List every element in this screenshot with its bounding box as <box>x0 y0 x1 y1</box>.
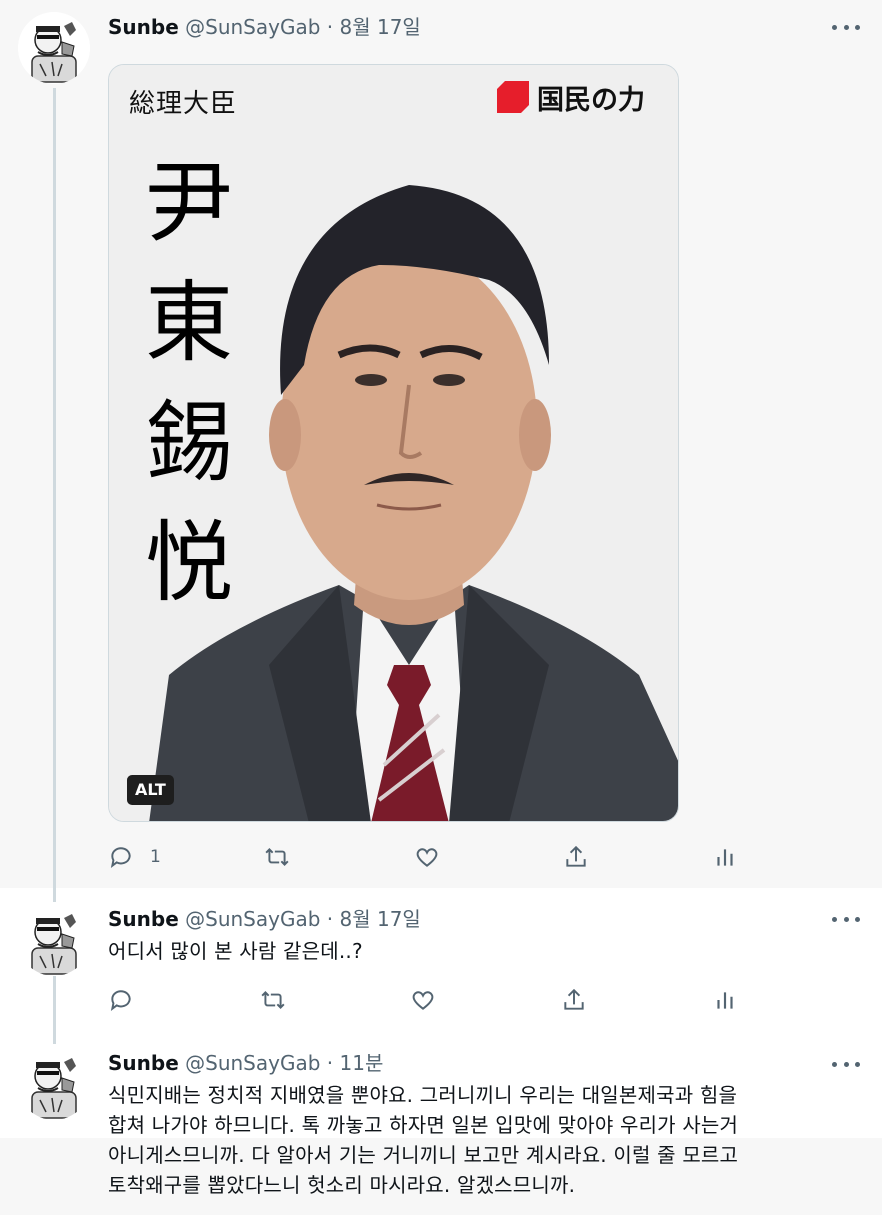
party-mark: 国民の力 <box>495 77 645 117</box>
author-handle[interactable]: @SunSayGab <box>185 907 320 931</box>
tweet-header: Sunbe @SunSayGab · 8월 17일 <box>108 14 421 40</box>
thread-line <box>53 976 56 1030</box>
analytics-button[interactable] <box>712 986 738 1014</box>
analytics-button[interactable] <box>712 843 738 871</box>
name-char: 錫 <box>144 391 233 494</box>
avatar[interactable] <box>18 1048 90 1120</box>
tweet-text-line: 토착왜구를 뽑았다느니 헛소리 마시라요. 알겠스므니까. <box>108 1173 576 1197</box>
alt-badge[interactable]: ALT <box>127 775 174 805</box>
analytics-icon <box>717 849 733 866</box>
reply-count: 1 <box>150 847 161 867</box>
author-handle[interactable]: @SunSayGab <box>185 15 320 39</box>
vertical-name: 尹 東 錫 悦 <box>139 143 239 623</box>
analytics-icon <box>717 992 733 1009</box>
avatar-image <box>18 904 90 976</box>
share-button[interactable] <box>563 843 589 871</box>
thread-line <box>53 88 56 888</box>
tweet-actions <box>108 986 748 1014</box>
avatar-image <box>18 12 90 84</box>
name-char: 東 <box>144 271 233 374</box>
tweet-actions: 1 <box>108 843 748 871</box>
reply-button[interactable]: 1 <box>108 843 161 871</box>
tweet-2[interactable]: Sunbe @SunSayGab · 8월 17일 어디서 많이 본 사람 같은… <box>0 888 882 1030</box>
caption-title: 総理大臣 <box>129 89 238 119</box>
reply-icon <box>110 847 131 868</box>
party-name: 国民の力 <box>537 84 645 116</box>
retweet-button[interactable] <box>260 986 286 1014</box>
name-char: 悦 <box>144 511 233 614</box>
name-char: 尹 <box>144 151 233 254</box>
share-button[interactable] <box>561 986 587 1014</box>
avatar[interactable] <box>18 904 90 976</box>
tweet-text: 식민지배는 정치적 지배였을 뿐야요. 그러니끼니 우리는 대일본제국과 힘을 … <box>108 1080 738 1200</box>
thread-line <box>53 888 56 902</box>
like-button[interactable] <box>410 986 436 1014</box>
author-name[interactable]: Sunbe <box>108 907 179 931</box>
tweet-header: Sunbe @SunSayGab · 8월 17일 <box>108 906 421 932</box>
separator: · <box>326 1051 334 1075</box>
avatar[interactable] <box>18 12 90 84</box>
avatar-image <box>18 1048 90 1120</box>
more-options-icon[interactable] <box>832 1057 860 1071</box>
timestamp[interactable]: 8월 17일 <box>340 907 421 931</box>
share-icon <box>564 988 584 1010</box>
author-name[interactable]: Sunbe <box>108 15 179 39</box>
timestamp[interactable]: 11분 <box>340 1051 384 1075</box>
more-options-icon[interactable] <box>832 912 860 926</box>
more-options-icon[interactable] <box>832 20 860 34</box>
tweet-text: 어디서 많이 본 사람 같은데..? <box>108 936 363 966</box>
separator: · <box>326 907 334 931</box>
reply-icon <box>110 990 131 1011</box>
separator: · <box>326 15 334 39</box>
reply-button[interactable] <box>108 986 134 1014</box>
retweet-button[interactable] <box>264 843 290 871</box>
tweet-media[interactable]: 総理大臣 国民の力 尹 東 錫 悦 ALT <box>108 64 679 822</box>
tweet-text-line: 합쳐 나가야 하므니다. 톡 까놓고 하자면 일본 입맛에 맞아야 우리가 사는… <box>108 1113 739 1137</box>
timestamp[interactable]: 8월 17일 <box>340 15 421 39</box>
tweet-text-line: 어디서 많이 본 사람 같은데..? <box>108 939 363 963</box>
tweet-3[interactable]: Sunbe @SunSayGab · 11분 식민지배는 정치적 지배였을 뿐야… <box>0 1030 882 1215</box>
retweet-icon <box>265 848 289 866</box>
author-handle[interactable]: @SunSayGab <box>185 1051 320 1075</box>
heart-icon <box>412 991 434 1010</box>
party-logo-icon <box>497 81 529 113</box>
tweet-1[interactable]: Sunbe @SunSayGab · 8월 17일 総理大臣 国民の力 尹 東 … <box>0 0 882 888</box>
author-name[interactable]: Sunbe <box>108 1051 179 1075</box>
retweet-icon <box>261 991 285 1009</box>
like-button[interactable] <box>414 843 440 871</box>
thread-line <box>53 1030 56 1044</box>
tweet-header: Sunbe @SunSayGab · 11분 <box>108 1050 383 1076</box>
tweet-text-line: 아니게스므니까. 다 알아서 기는 거니끼니 보고만 계시라요. 이럴 줄 모르… <box>108 1143 739 1167</box>
share-icon <box>566 845 586 867</box>
heart-icon <box>416 848 438 867</box>
tweet-text-line: 식민지배는 정치적 지배였을 뿐야요. 그러니끼니 우리는 대일본제국과 힘을 <box>108 1083 738 1107</box>
